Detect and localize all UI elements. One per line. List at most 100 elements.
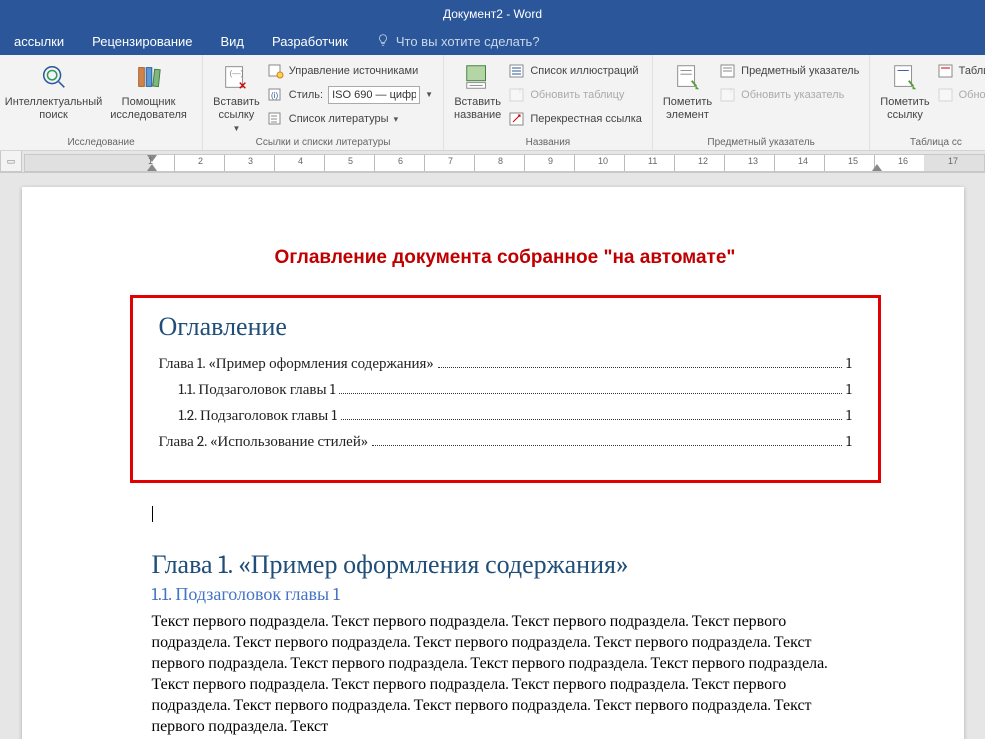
update-toa-button: Обнов: [934, 84, 985, 106]
bibliography-button[interactable]: Список литературы: [264, 108, 437, 130]
group-citations: (—) Вставить ссылку ▼ Управление источни…: [203, 55, 444, 150]
document-title[interactable]: Оглавление документа собранное "на автом…: [152, 247, 859, 269]
tell-me-label: Что вы хотите сделать?: [396, 34, 540, 49]
page[interactable]: Оглавление документа собранное "на автом…: [22, 187, 964, 739]
ruler-number: 9: [548, 156, 553, 166]
tab-developer[interactable]: Разработчик: [258, 27, 362, 55]
caption-icon: [463, 60, 493, 94]
toc-entry[interactable]: 1.1. Подзаголовок главы 1 1: [159, 380, 852, 399]
chevron-down-icon: ▼: [232, 122, 240, 135]
chevron-down-icon: ▼: [425, 90, 433, 99]
ruler-number: 10: [598, 156, 608, 166]
smart-lookup-button[interactable]: Интеллектуальный поиск: [6, 58, 101, 124]
tab-view[interactable]: Вид: [207, 27, 259, 55]
heading-2[interactable]: 1.1. Подзаголовок главы 1: [152, 584, 859, 605]
citation-style-select[interactable]: (i) Стиль: ▼: [264, 84, 437, 106]
index-icon: [720, 63, 736, 79]
toc-entry[interactable]: Глава 2. «Использование стилей» 1: [159, 432, 852, 451]
toc-entry[interactable]: Глава 1. «Пример оформления содержания»1: [159, 354, 852, 373]
ribbon-tabs: ассылки Рецензирование Вид Разработчик Ч…: [0, 27, 985, 55]
ruler-wrap: ▭ 1234567891011121314151617: [0, 151, 985, 173]
table-of-figures-button[interactable]: Список иллюстраций: [505, 60, 646, 82]
tell-me-search[interactable]: Что вы хотите сделать?: [362, 27, 554, 55]
ruler-number: 16: [898, 156, 908, 166]
group-authorities: Пометить ссылку Табли Обнов Таблица сс: [870, 55, 985, 150]
style-input[interactable]: [328, 86, 420, 104]
insert-citation-button[interactable]: (—) Вставить ссылку ▼: [209, 58, 264, 137]
bibliography-icon: [268, 111, 284, 127]
group-label-research: Исследование: [0, 137, 202, 148]
right-indent-marker[interactable]: [872, 164, 882, 171]
search-globe-icon: [39, 60, 69, 94]
update-table-button: ! Обновить таблицу: [505, 84, 646, 106]
manage-icon: [268, 63, 284, 79]
citation-icon: (—): [221, 60, 251, 94]
body-paragraph[interactable]: Текст первого подраздела. Текст первого …: [152, 611, 859, 738]
books-icon: [134, 60, 164, 94]
group-label-captions: Названия: [444, 137, 652, 148]
ruler-number: 12: [698, 156, 708, 166]
ruler-number: 15: [848, 156, 858, 166]
update-icon: !: [720, 87, 736, 103]
svg-text:(i): (i): [271, 91, 278, 100]
list-icon: [509, 63, 525, 79]
svg-text:!: !: [730, 88, 732, 95]
mark-citation-button[interactable]: Пометить ссылку: [876, 58, 933, 124]
ruler-number: 6: [398, 156, 403, 166]
ruler-number: 13: [748, 156, 758, 166]
toc-highlight-box: Оглавление Глава 1. «Пример оформления с…: [130, 295, 881, 483]
mark-entry-icon: [673, 60, 703, 94]
mark-entry-button[interactable]: Пометить элемент: [659, 58, 716, 124]
ruler-number: 5: [348, 156, 353, 166]
svg-text:!: !: [519, 88, 521, 95]
app-title: Документ2 - Word: [443, 7, 542, 21]
horizontal-ruler[interactable]: 1234567891011121314151617: [24, 154, 985, 172]
group-label-citations: Ссылки и списки литературы: [203, 137, 443, 148]
tab-review[interactable]: Рецензирование: [78, 27, 206, 55]
cross-reference-button[interactable]: Перекрестная ссылка: [505, 108, 646, 130]
heading-1[interactable]: Глава 1. «Пример оформления содержания»: [152, 550, 859, 580]
insert-toa-button[interactable]: Табли: [934, 60, 985, 82]
toc-list[interactable]: Глава 1. «Пример оформления содержания»1…: [159, 354, 852, 451]
style-icon: (i): [268, 87, 284, 103]
toc-leader-dots: [372, 445, 842, 446]
insert-index-button[interactable]: Предметный указатель: [716, 60, 863, 82]
ruler-number: 17: [948, 156, 958, 166]
researcher-button[interactable]: Помощник исследователя: [101, 58, 196, 124]
ruler-number: 14: [798, 156, 808, 166]
text-cursor-line[interactable]: [152, 503, 859, 522]
group-label-authorities: Таблица сс: [870, 137, 985, 148]
ribbon: Интеллектуальный поиск Помощник исследов…: [0, 55, 985, 151]
ruler-corner[interactable]: ▭: [0, 151, 22, 172]
toc-entry[interactable]: 1.2. Подзаголовок главы 1 1: [159, 406, 852, 425]
ruler-number: 7: [448, 156, 453, 166]
insert-caption-button[interactable]: Вставить название: [450, 58, 505, 124]
style-label: Стиль:: [289, 89, 323, 101]
toc-entry-page: 1: [846, 432, 851, 450]
tab-references[interactable]: ассылки: [0, 27, 78, 55]
titlebar: Документ2 - Word: [0, 0, 985, 27]
toc-leader-dots: [341, 419, 842, 420]
group-label-index: Предметный указатель: [653, 137, 869, 148]
document-area: ▭ 1234567891011121314151617 Оглавление д…: [0, 151, 985, 739]
toc-entry-page: 1: [846, 406, 851, 424]
document-scroll[interactable]: Оглавление документа собранное "на автом…: [0, 173, 985, 739]
update-index-button: ! Обновить указатель: [716, 84, 863, 106]
toc-entry-text: Глава 1. «Пример оформления содержания»: [159, 354, 434, 373]
toc-entry-text: Глава 2. «Использование стилей»: [159, 432, 369, 451]
toc-leader-dots: [339, 393, 842, 394]
svg-text:(—): (—): [230, 68, 244, 78]
ruler-number: 2: [198, 156, 203, 166]
ruler-number: 1: [148, 156, 153, 166]
toc-entry-text: 1.1. Подзаголовок главы 1: [179, 380, 336, 399]
toa-icon: [938, 63, 954, 79]
toc-heading[interactable]: Оглавление: [159, 312, 852, 342]
mark-citation-icon: [890, 60, 920, 94]
toc-entry-text: 1.2. Подзаголовок главы 1: [179, 406, 337, 425]
ruler-number: 8: [498, 156, 503, 166]
toc-entry-page: 1: [846, 380, 851, 398]
ruler-number: 3: [248, 156, 253, 166]
manage-sources-button[interactable]: Управление источниками: [264, 60, 437, 82]
bulb-icon: [376, 33, 390, 50]
ruler-number: 4: [298, 156, 303, 166]
